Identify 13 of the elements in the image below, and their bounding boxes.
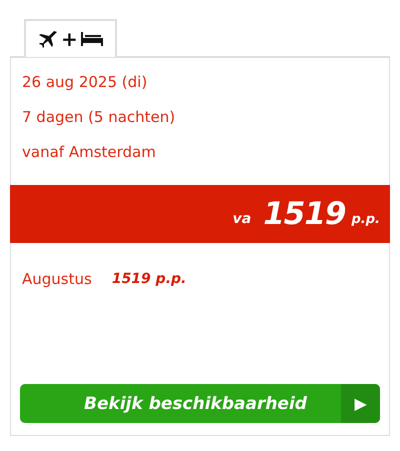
price-prefix: va: [232, 211, 252, 227]
trip-detail: 7 dagen (5 nachten): [22, 108, 176, 126]
trip-detail: vanaf Amsterdam: [22, 143, 157, 161]
trip-detail: 26 aug 2025 (di): [22, 73, 148, 91]
month-label: Augustus: [22, 270, 92, 288]
price-suffix: p.p.: [352, 212, 380, 226]
airplane-icon: [38, 30, 58, 48]
plus-sign: +: [61, 27, 78, 51]
price-amount: 1519: [263, 196, 346, 232]
bed-icon: [80, 32, 103, 46]
month-price: 1519 p.p.: [112, 271, 186, 287]
availability-button[interactable]: Bekijk beschikbaarheid ▶: [20, 384, 380, 423]
flight-hotel-tab[interactable]: +: [24, 19, 117, 57]
